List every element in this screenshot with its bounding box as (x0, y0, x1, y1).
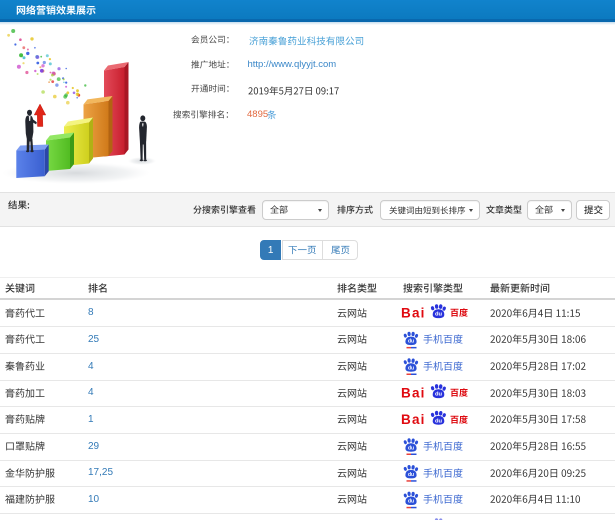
svg-text:du: du (435, 418, 443, 424)
svg-text:du: du (408, 472, 414, 478)
svg-text:du: du (408, 445, 414, 451)
svg-text:Bai: Bai (401, 385, 426, 400)
svg-text:du: du (408, 499, 414, 505)
svg-text:du: du (435, 312, 443, 318)
svg-text:du: du (408, 339, 414, 345)
svg-text:du: du (408, 365, 414, 371)
svg-text:du: du (435, 392, 443, 398)
svg-text:Bai: Bai (401, 412, 426, 427)
svg-text:Bai: Bai (401, 305, 426, 320)
